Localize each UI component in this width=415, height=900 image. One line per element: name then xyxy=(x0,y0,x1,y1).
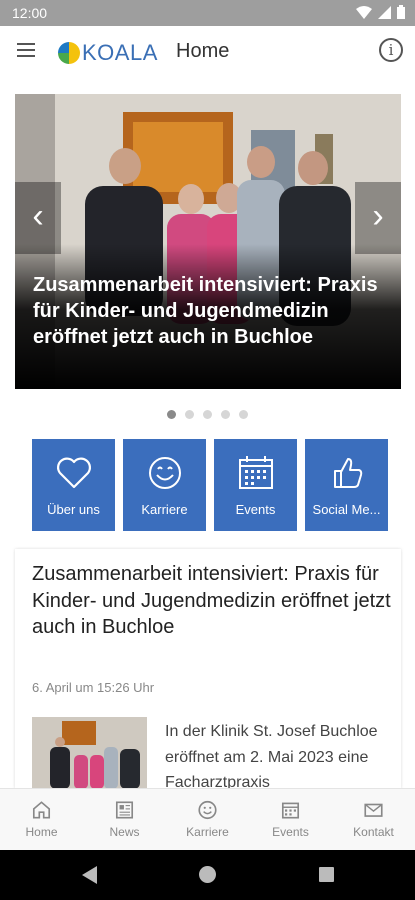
carousel-dot[interactable] xyxy=(239,410,248,419)
nav-label: News xyxy=(109,825,140,839)
tile-label: Über uns xyxy=(47,502,100,517)
nav-events[interactable]: Events xyxy=(249,789,332,850)
carousel-dot[interactable] xyxy=(167,410,176,419)
mail-icon xyxy=(364,803,383,817)
news-title[interactable]: Zusammenarbeit intensiviert: Praxis für … xyxy=(32,561,392,641)
signal-icon xyxy=(378,5,391,19)
koala-logo: KOALA xyxy=(58,40,158,66)
news-excerpt: In der Klinik St. Josef Buchloe eröffnet… xyxy=(165,723,378,792)
news-date: 6. April um 15:26 Uhr xyxy=(32,680,155,695)
app-bar: KOALA Home i xyxy=(0,26,415,78)
carousel-next-button[interactable]: › xyxy=(355,182,401,254)
news-thumbnail[interactable] xyxy=(32,717,147,789)
bottom-navigation: Home News Karriere Events Kontakt xyxy=(0,788,415,850)
carousel-caption[interactable]: Zusammenarbeit intensiviert: Praxis für … xyxy=(33,272,393,350)
smiley-icon xyxy=(149,457,181,489)
status-icons xyxy=(356,5,405,19)
battery-icon xyxy=(397,5,405,19)
logo-text: KOALA xyxy=(82,40,158,65)
carousel-dot[interactable] xyxy=(221,410,230,419)
tile-label: Events xyxy=(235,502,276,517)
heart-icon xyxy=(57,457,91,489)
nav-news[interactable]: News xyxy=(83,789,166,850)
page-title: Home xyxy=(176,40,230,62)
tile-events[interactable]: Events xyxy=(214,439,297,531)
quick-links: Über uns Karriere Events Social Me... xyxy=(32,439,388,531)
nav-label: Events xyxy=(272,825,309,839)
calendar-icon xyxy=(281,802,300,819)
nav-karriere[interactable]: Karriere xyxy=(166,789,249,850)
status-bar: 12:00 xyxy=(0,0,415,26)
carousel-dot[interactable] xyxy=(203,410,212,419)
calendar-icon xyxy=(239,456,273,489)
thumbs-up-icon xyxy=(334,458,363,488)
system-navigation-bar xyxy=(0,850,415,900)
carousel-prev-button[interactable]: ‹ xyxy=(15,182,61,254)
tile-label: Social Me... xyxy=(312,502,381,517)
news-icon xyxy=(115,801,134,819)
carousel-indicator xyxy=(0,410,415,419)
menu-icon[interactable] xyxy=(17,43,35,57)
news-carousel[interactable]: Zusammenarbeit intensiviert: Praxis für … xyxy=(15,94,401,389)
recent-apps-icon[interactable] xyxy=(319,867,334,882)
nav-label: Karriere xyxy=(186,825,229,839)
nav-label: Kontakt xyxy=(353,825,394,839)
carousel-dot[interactable] xyxy=(185,410,194,419)
nav-home[interactable]: Home xyxy=(0,789,83,850)
koala-logo-mark xyxy=(58,42,80,64)
wifi-icon xyxy=(356,5,372,19)
tile-label: Karriere xyxy=(141,502,188,517)
tile-karriere[interactable]: Karriere xyxy=(123,439,206,531)
tile-ueber-uns[interactable]: Über uns xyxy=(32,439,115,531)
news-card[interactable]: Zusammenarbeit intensiviert: Praxis für … xyxy=(15,549,401,791)
home-icon xyxy=(32,801,51,819)
back-icon[interactable] xyxy=(82,866,97,884)
status-time: 12:00 xyxy=(12,5,48,21)
home-circle-icon[interactable] xyxy=(199,866,216,883)
smiley-icon xyxy=(198,800,217,820)
nav-kontakt[interactable]: Kontakt xyxy=(332,789,415,850)
info-icon[interactable]: i xyxy=(379,38,403,62)
nav-label: Home xyxy=(25,825,58,839)
tile-social-media[interactable]: Social Me... xyxy=(305,439,388,531)
